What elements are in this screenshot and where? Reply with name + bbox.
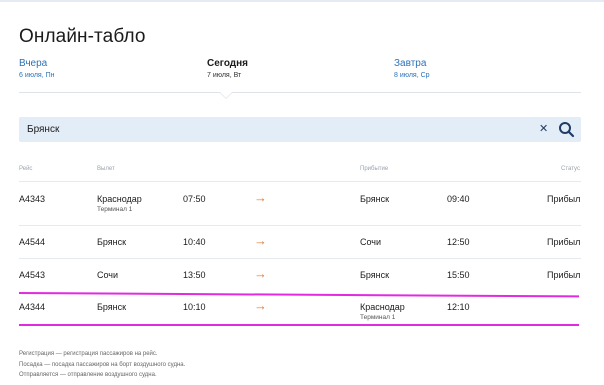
flight-number: A4344 (19, 302, 46, 312)
departure-terminal: Терминал 1 (97, 206, 133, 213)
tab-yesterday-label: Вчера (19, 58, 48, 69)
departure-time: 07:50 (183, 194, 206, 204)
row-divider (19, 181, 581, 182)
tab-today-label: Сегодня (207, 58, 249, 69)
highlight-line-top (18, 292, 579, 298)
tab-tomorrow-label: Завтра (394, 58, 427, 69)
tabs-divider (19, 92, 581, 93)
search-bar: ✕ (19, 117, 581, 142)
row-divider (19, 258, 581, 259)
flight-status: Прибыл (547, 237, 581, 247)
active-tab-pointer-fill (220, 92, 232, 98)
arrow-right-icon: → (254, 233, 267, 248)
flight-status: Прибыл (547, 270, 581, 280)
legend-notes: Регистрация — регистрация пассажиров на … (19, 349, 185, 381)
departure-city: Краснодар (97, 194, 142, 204)
arrival-time: 12:10 (447, 302, 470, 312)
arrival-time: 09:40 (447, 194, 470, 204)
top-border (0, 0, 604, 2)
arrival-time: 12:50 (447, 237, 470, 247)
arrival-city: Краснодар (360, 302, 405, 312)
flight-status: Прибыл (547, 194, 581, 204)
header-status: Статус (561, 166, 580, 172)
flight-number: A4343 (19, 194, 46, 204)
arrow-right-icon: → (254, 190, 267, 205)
header-departure: Вылет (97, 166, 115, 172)
departure-time: 10:10 (183, 302, 206, 312)
tab-today-date: 7 июля, Вт (207, 72, 242, 79)
tab-yesterday-date: 6 июля, Пн (19, 72, 55, 79)
arrival-terminal: Терминал 1 (360, 314, 396, 321)
arrival-city: Сочи (360, 237, 382, 247)
flight-number: A4544 (19, 237, 46, 247)
close-icon[interactable]: ✕ (539, 123, 548, 135)
departure-city: Сочи (97, 270, 119, 280)
departure-city: Брянск (97, 237, 127, 247)
flight-number: A4543 (19, 270, 46, 280)
header-arrival: Прибытие (360, 166, 389, 172)
departure-time: 10:40 (183, 237, 206, 247)
departure-time: 13:50 (183, 270, 206, 280)
departure-city: Брянск (97, 302, 127, 312)
arrow-right-icon: → (254, 266, 267, 281)
arrival-time: 15:50 (447, 270, 470, 280)
page-title: Онлайн-табло (19, 26, 146, 47)
tab-today[interactable]: Сегодня 7 июля, Вт (207, 58, 248, 79)
note-departing: Отправляется — отправление воздушного су… (19, 372, 157, 378)
header-flight: Рейс (19, 166, 33, 172)
tab-yesterday[interactable]: Вчера 6 июля, Пн (19, 58, 55, 79)
note-registration: Регистрация — регистрация пассажиров на … (19, 351, 158, 357)
search-icon[interactable] (558, 121, 575, 138)
arrival-city: Брянск (360, 270, 390, 280)
tab-tomorrow-date: 8 июля, Ср (394, 72, 430, 79)
search-input[interactable] (27, 121, 507, 138)
tab-tomorrow[interactable]: Завтра 8 июля, Ср (394, 58, 430, 79)
arrival-city: Брянск (360, 194, 390, 204)
arrow-right-icon: → (254, 298, 267, 313)
note-boarding: Посадка — посадка пассажиров на борт воз… (19, 361, 186, 368)
row-divider (19, 225, 581, 226)
highlight-line-bottom (19, 324, 579, 326)
